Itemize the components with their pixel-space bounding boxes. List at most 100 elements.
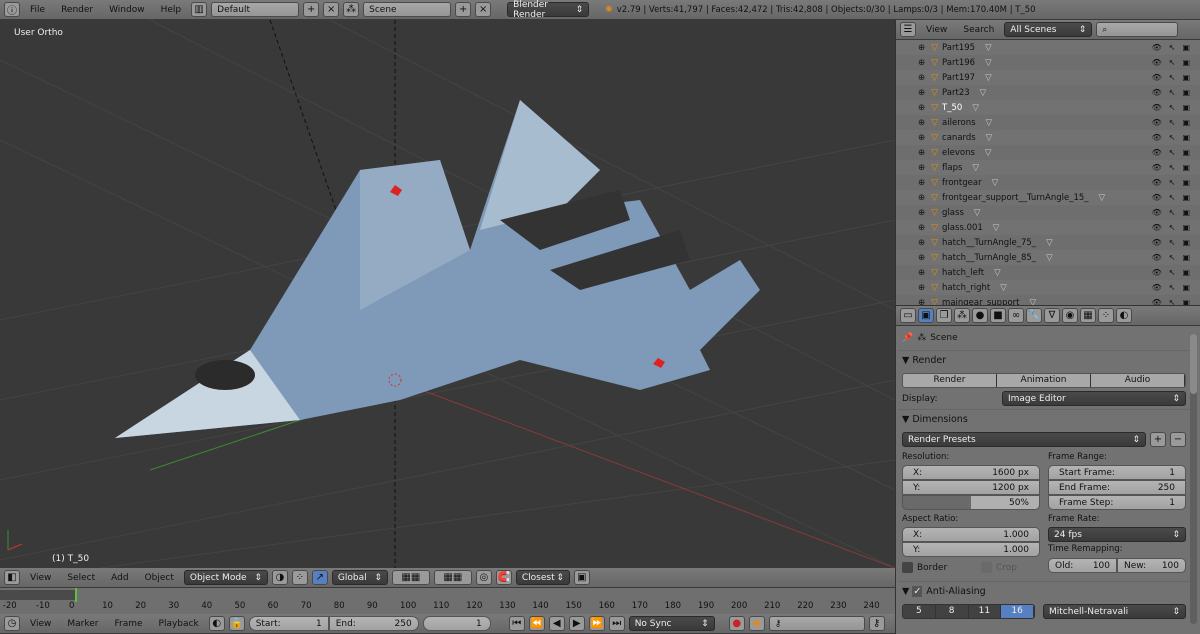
visibility-icon[interactable]: 👁 [1152, 253, 1162, 262]
menu-view[interactable]: View [24, 619, 57, 629]
outliner-item[interactable]: ⊕ ▽ Part197 ▽ 👁 ↖ ▣ [896, 70, 1200, 85]
outliner-item[interactable]: ⊕ ▽ hatch_right ▽ 👁 ↖ ▣ [896, 280, 1200, 295]
menu-add[interactable]: Add [105, 573, 134, 583]
preview-range-icon[interactable]: ◐ [208, 616, 225, 631]
menu-select[interactable]: Select [61, 573, 101, 583]
visibility-icon[interactable]: 👁 [1152, 73, 1162, 82]
visibility-icon[interactable]: 👁 [1152, 223, 1162, 232]
render-button[interactable]: Render [903, 374, 997, 387]
anti-aliasing-panel-header[interactable]: ▼ ✓ Anti-Aliasing [898, 581, 1190, 601]
visibility-icon[interactable]: 👁 [1152, 208, 1162, 217]
menu-render[interactable]: Render [55, 5, 99, 15]
current-frame-marker[interactable] [75, 588, 77, 602]
expand-icon[interactable]: ⊕ [918, 133, 925, 143]
render-icon[interactable]: ▣ [1182, 58, 1190, 67]
aspect-x-field[interactable]: X: 1.000 [902, 527, 1040, 542]
scene-field[interactable]: Scene [363, 2, 452, 17]
select-icon[interactable]: ↖ [1169, 103, 1176, 112]
menu-window[interactable]: Window [103, 5, 151, 15]
aa-sample-8[interactable]: 8 [935, 605, 969, 618]
remap-old-field[interactable]: Old: 100 [1048, 558, 1117, 573]
outliner-item[interactable]: ⊕ ▽ canards ▽ 👁 ↖ ▣ [896, 130, 1200, 145]
aa-sample-11[interactable]: 11 [968, 605, 1002, 618]
outliner-item[interactable]: ⊕ ▽ hatch__TurnAngle_75_ ▽ 👁 ↖ ▣ [896, 235, 1200, 250]
frame-rate-select[interactable]: 24 fps ⇕ [1048, 527, 1186, 542]
viewport-shading-icon[interactable]: ◑ [271, 570, 288, 585]
visibility-icon[interactable]: 👁 [1152, 148, 1162, 157]
render-icon[interactable]: ▣ [1182, 133, 1190, 142]
select-icon[interactable]: ↖ [1169, 208, 1176, 217]
end-frame-field[interactable]: End Frame: 250 [1048, 480, 1186, 495]
scene-tab-icon[interactable]: ⁂ [954, 308, 970, 323]
jump-start-icon[interactable]: ⏮ [508, 616, 525, 631]
play-icon[interactable]: ▶ [568, 616, 585, 631]
info-editor-icon[interactable]: ⓘ [4, 2, 20, 17]
play-reverse-icon[interactable]: ◀ [548, 616, 565, 631]
layers-grid-icon-2[interactable]: ▦▦ [433, 570, 472, 585]
render-presets-select[interactable]: Render Presets ⇕ [902, 432, 1146, 447]
jump-end-icon[interactable]: ⏭ [608, 616, 625, 631]
outliner-item[interactable]: ⊕ ▽ ailerons ▽ 👁 ↖ ▣ [896, 115, 1200, 130]
outliner-item[interactable]: ⊕ ▽ frontgear ▽ 👁 ↖ ▣ [896, 175, 1200, 190]
add-preset-icon[interactable]: + [1150, 432, 1166, 447]
outliner-item[interactable]: ⊕ ▽ elevons ▽ 👁 ↖ ▣ [896, 145, 1200, 160]
dimensions-panel-header[interactable]: ▼ Dimensions [898, 409, 1190, 429]
render-icon[interactable]: ▣ [1182, 178, 1190, 187]
outliner-item[interactable]: ⊕ ▽ T_50 ▽ 👁 ↖ ▣ [896, 100, 1200, 115]
properties-scrollbar[interactable] [1190, 334, 1197, 624]
expand-icon[interactable]: ⊕ [918, 253, 925, 263]
res-y-field[interactable]: Y: 1200 px [902, 480, 1040, 495]
select-icon[interactable]: ↖ [1169, 163, 1176, 172]
sync-select[interactable]: No Sync ⇕ [628, 616, 715, 631]
select-icon[interactable]: ↖ [1169, 118, 1176, 127]
insert-keyframe-icon[interactable]: ⚷ [868, 616, 885, 631]
render-icon[interactable]: ▣ [1182, 43, 1190, 52]
visibility-icon[interactable]: 👁 [1152, 103, 1162, 112]
add-layout-icon[interactable]: + [303, 2, 320, 17]
select-icon[interactable]: ↖ [1169, 88, 1176, 97]
menu-help[interactable]: Help [155, 5, 188, 15]
layers-grid-icon[interactable]: ▦▦ [391, 570, 430, 585]
expand-icon[interactable]: ⊕ [918, 118, 925, 128]
prev-keyframe-icon[interactable]: ⏪ [528, 616, 545, 631]
render-icon[interactable]: ▣ [1182, 73, 1190, 82]
aa-checkbox[interactable]: ✓ [912, 586, 923, 597]
texture-tab-icon[interactable]: ▦ [1080, 308, 1096, 323]
proportional-edit-icon[interactable]: ◎ [475, 570, 492, 585]
orientation-select[interactable]: Global ⇕ [331, 570, 388, 585]
search-input[interactable]: ⌕ [1096, 22, 1179, 37]
crop-checkbox[interactable] [981, 562, 992, 573]
timeline-editor-icon[interactable]: ◷ [4, 616, 20, 631]
select-icon[interactable]: ↖ [1169, 268, 1176, 277]
manipulator-icon[interactable]: ↗ [311, 570, 328, 585]
expand-icon[interactable]: ⊕ [918, 178, 925, 188]
menu-frame[interactable]: Frame [108, 619, 148, 629]
start-field[interactable]: Start: 1 [248, 616, 329, 631]
record-icon[interactable]: ● [728, 616, 745, 631]
render-icon[interactable]: ▣ [1182, 103, 1190, 112]
outliner-item[interactable]: ⊕ ▽ hatch_left ▽ 👁 ↖ ▣ [896, 265, 1200, 280]
3d-editor-icon[interactable]: ◧ [4, 570, 20, 585]
outliner-item[interactable]: ⊕ ▽ Part23 ▽ 👁 ↖ ▣ [896, 85, 1200, 100]
select-icon[interactable]: ↖ [1169, 133, 1176, 142]
outliner-item[interactable]: ⊕ ▽ hatch__TurnAngle_85_ ▽ 👁 ↖ ▣ [896, 250, 1200, 265]
aa-sample-16[interactable]: 16 [1001, 605, 1034, 618]
constraints-tab-icon[interactable]: ∞ [1008, 308, 1024, 323]
expand-icon[interactable]: ⊕ [918, 268, 925, 278]
display-mode-select[interactable]: All Scenes ⇕ [1004, 22, 1093, 37]
scene-icon[interactable]: ⁂ [343, 2, 360, 17]
menu-view[interactable]: View [920, 25, 953, 35]
object-tab-icon[interactable]: ■ [990, 308, 1006, 323]
aa-sample-5[interactable]: 5 [903, 605, 936, 618]
menu-view[interactable]: View [24, 573, 57, 583]
keying-set-field[interactable]: ⚷ [768, 616, 865, 631]
mode-select[interactable]: Object Mode ⇕ [183, 570, 268, 585]
screen-layout-field[interactable]: Default [211, 2, 300, 17]
expand-icon[interactable]: ⊕ [918, 283, 925, 293]
timeline[interactable]: -20 -10 0 10 20 30 40 50 60 70 80 90 100 110 120 130 140… [0, 588, 895, 614]
select-icon[interactable]: ↖ [1169, 148, 1176, 157]
outliner-item[interactable]: ⊕ ▽ frontgear_support__TurnAngle_15_ ▽ 👁 ↖ ▣ [896, 190, 1200, 205]
expand-icon[interactable]: ⊕ [918, 208, 925, 218]
select-icon[interactable]: ↖ [1169, 178, 1176, 187]
menu-file[interactable]: File [24, 5, 51, 15]
